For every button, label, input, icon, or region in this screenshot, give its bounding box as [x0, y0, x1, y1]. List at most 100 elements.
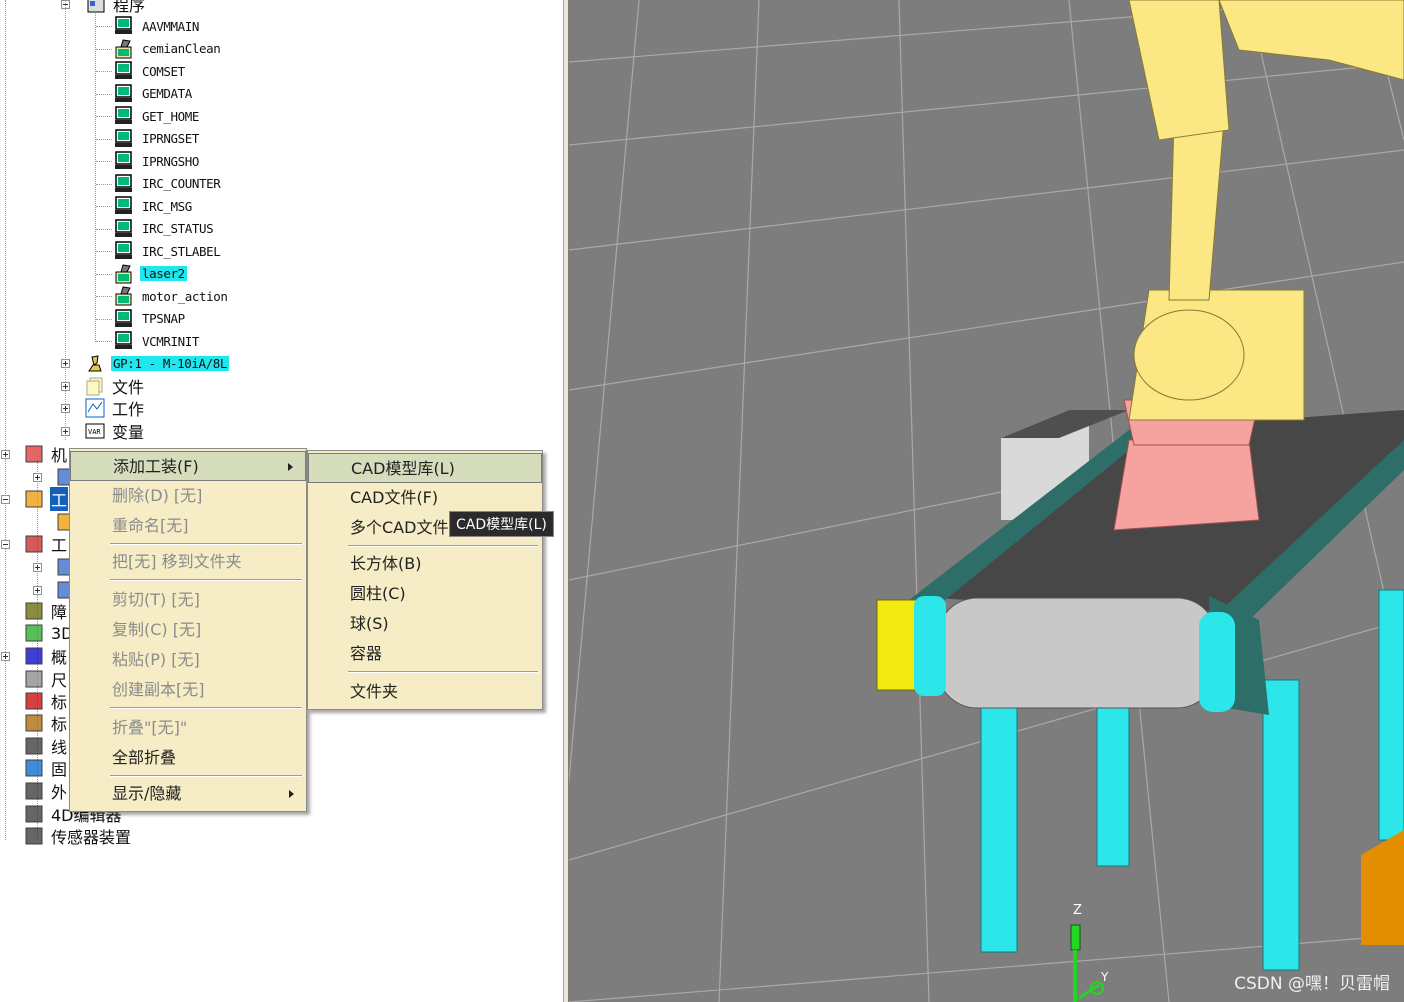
- tree-item-cell[interactable]: 概: [24, 645, 68, 667]
- menu-separator: [110, 707, 302, 709]
- tree-item-cell[interactable]: 工: [24, 533, 68, 555]
- tree-item-cell[interactable]: 工: [24, 487, 69, 511]
- program-name: AAVMMAIN: [142, 18, 200, 34]
- tree-item-program[interactable]: IPRNGSET: [114, 128, 201, 150]
- tree-item-program[interactable]: cemianClean: [114, 38, 222, 60]
- svg-text:VAR: VAR: [88, 428, 101, 436]
- tree-item-program[interactable]: COMSET: [114, 60, 187, 82]
- expand-toggle[interactable]: [61, 359, 70, 368]
- 3d-viewport[interactable]: Z Y CSDN @嘿！贝雷帽: [569, 0, 1404, 1002]
- tree-item-cell[interactable]: 机: [24, 443, 68, 465]
- expand-toggle[interactable]: [61, 382, 70, 391]
- tp-program-icon: [114, 331, 134, 351]
- collapse-toggle[interactable]: [1, 540, 10, 549]
- tree-connector: [96, 26, 112, 27]
- context-menu[interactable]: 添加工装(F) 删除(D) [无] 重命名[无] 把[无] 移到文件夹 剪切(T) [无…: [69, 448, 307, 812]
- tree-connector: [96, 296, 112, 297]
- target-robot-icon: [24, 713, 44, 733]
- context-menu-item[interactable]: 添加工装(F): [70, 451, 306, 481]
- menu-separator: [110, 579, 302, 581]
- tree-item-program[interactable]: AAVMMAIN: [114, 15, 201, 37]
- axis-gizmo: [1070, 924, 1104, 1002]
- context-menu-item[interactable]: 全部折叠: [70, 743, 306, 773]
- expand-toggle[interactable]: [61, 427, 70, 436]
- submenu-item[interactable]: 圆柱(C): [308, 579, 542, 609]
- tree-item-program[interactable]: IRC_MSG: [114, 195, 194, 217]
- tree-item-group[interactable]: GP:1 - M-10iA/8L: [85, 352, 230, 374]
- tree-item-label: GP:1 - M-10iA/8L: [111, 355, 230, 371]
- tree-item-program[interactable]: GEMDATA: [114, 83, 194, 105]
- tp-program-icon: [114, 241, 134, 261]
- tree-item-label: 机: [51, 446, 68, 465]
- tree-item-files[interactable]: 文件: [85, 375, 145, 397]
- tree-connector: [96, 138, 112, 140]
- context-menu-item[interactable]: 显示/隐藏: [70, 779, 306, 809]
- watermark: CSDN @嘿！贝雷帽: [1234, 974, 1390, 994]
- tree-item-program[interactable]: IRC_STLABEL: [114, 240, 222, 262]
- menu-item-label: 粘贴(P) [无]: [112, 650, 200, 669]
- tree-item-cell[interactable]: 尺: [24, 668, 68, 690]
- submenu-item[interactable]: 长方体(B): [308, 549, 542, 579]
- program-name: IRC_COUNTER: [142, 176, 221, 191]
- submenu-item[interactable]: 球(S): [308, 609, 542, 639]
- tree-item-program[interactable]: VCMRINIT: [114, 330, 201, 352]
- karel-program-icon: [114, 38, 134, 59]
- tree-item-cell[interactable]: 传感器装置: [24, 825, 132, 847]
- tree-item-label: 障: [51, 603, 68, 622]
- tree-item-label: 尺: [51, 671, 68, 690]
- submenu-item[interactable]: CAD文件(F): [308, 483, 542, 513]
- tree-item-label: 程序: [113, 0, 146, 15]
- tree-item-program[interactable]: GET_HOME: [114, 105, 201, 127]
- menu-item-label: 球(S): [350, 614, 389, 633]
- tree-connector: [95, 12, 96, 342]
- submenu-item[interactable]: CAD模型库(L): [308, 453, 542, 483]
- expand-toggle[interactable]: [33, 586, 42, 595]
- 3d-scene: [569, 0, 1404, 1002]
- karel-program-icon: [114, 263, 134, 284]
- tree-item-cell[interactable]: 障: [24, 600, 68, 622]
- tree-item-cell[interactable]: 标: [24, 690, 68, 712]
- tree-item-cell[interactable]: 标: [24, 712, 68, 734]
- menu-separator: [110, 543, 302, 545]
- submenu-item[interactable]: 容器: [308, 639, 542, 669]
- tree-connector: [96, 273, 112, 275]
- tree-item-program[interactable]: IRC_COUNTER: [114, 173, 222, 195]
- program-name: COMSET: [142, 63, 185, 79]
- expand-toggle[interactable]: [33, 563, 42, 572]
- tree-item-variables[interactable]: VAR 变量: [85, 420, 145, 442]
- menu-item-label: 重命名[无]: [112, 516, 189, 535]
- tree-item-work[interactable]: 工作: [85, 397, 145, 419]
- tree-connector: [96, 116, 112, 117]
- menu-item-label: 显示/隐藏: [112, 784, 182, 803]
- context-menu-item: 复制(C) [无]: [70, 615, 306, 645]
- expand-toggle[interactable]: [1, 652, 10, 661]
- menu-item-label: 创建副本[无]: [112, 680, 205, 699]
- expand-toggle[interactable]: [1, 450, 10, 459]
- tree-item-program[interactable]: motor_action: [114, 285, 230, 307]
- tree-item-cell[interactable]: 固: [24, 757, 68, 779]
- tree-item-program[interactable]: IRC_STATUS: [114, 218, 215, 240]
- tp-program-icon: [114, 308, 134, 329]
- tree-connector: [96, 206, 112, 207]
- menu-item-label: CAD文件(F): [350, 488, 439, 507]
- menu-item-label: 删除(D) [无]: [112, 486, 203, 505]
- tree-item-cell[interactable]: 3D: [24, 622, 75, 644]
- menu-item-label: 文件夹: [350, 682, 399, 701]
- submenu-item[interactable]: 文件夹: [308, 677, 542, 707]
- program-name: cemianClean: [142, 41, 221, 56]
- conveyor-roller: [936, 597, 1218, 709]
- tp-program-icon: [114, 61, 134, 81]
- collapse-toggle[interactable]: [1, 495, 10, 504]
- tree-item-cell[interactable]: 线: [24, 735, 68, 757]
- tree-item-program[interactable]: laser2: [114, 263, 187, 285]
- tree-item-program[interactable]: IPRNGSHO: [114, 150, 201, 172]
- expand-toggle[interactable]: [33, 473, 42, 482]
- tree-item-program[interactable]: TPSNAP: [114, 308, 187, 330]
- 4d-editor-icon: [24, 804, 44, 824]
- ruler-icon: [24, 669, 44, 689]
- expand-toggle[interactable]: [61, 404, 70, 413]
- tree-item-cell[interactable]: 外: [24, 780, 68, 802]
- tree-item-label: 标: [51, 715, 68, 734]
- menu-separator: [110, 775, 302, 777]
- add-fixture-submenu[interactable]: CAD模型库(L) CAD文件(F) 多个CAD文件 长方体(B) 圆柱(C) 球(S) 容…: [307, 450, 543, 710]
